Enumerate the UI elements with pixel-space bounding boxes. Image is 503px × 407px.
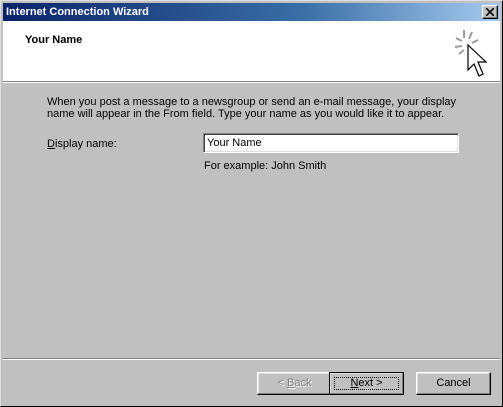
close-icon: [486, 8, 494, 16]
display-name-label-rest: isplay name:: [54, 138, 117, 150]
page-heading: Your Name: [25, 34, 83, 46]
close-button[interactable]: [482, 5, 498, 19]
cancel-button[interactable]: Cancel: [416, 372, 491, 395]
display-name-label-accel: D: [47, 138, 55, 150]
back-prefix: <: [277, 377, 287, 389]
wizard-sparkle-cursor-icon: [454, 30, 488, 77]
button-divider: [3, 358, 500, 360]
header-divider: [3, 81, 500, 83]
next-button[interactable]: Next >: [329, 372, 404, 395]
next-rest: ext >: [358, 377, 383, 389]
back-button[interactable]: < Back: [257, 372, 332, 395]
display-name-field[interactable]: [203, 133, 459, 153]
instructions-text: When you post a message to a newsgroup o…: [47, 96, 457, 120]
window-title: Internet Connection Wizard: [6, 6, 149, 18]
back-rest: ack: [294, 377, 312, 389]
title-bar[interactable]: Internet Connection Wizard: [3, 3, 500, 21]
display-name-label: Display name:: [47, 138, 117, 150]
example-hint: For example: John Smith: [204, 160, 327, 172]
header-panel: Your Name: [3, 21, 500, 81]
wizard-window: Internet Connection Wizard Your Name Whe…: [0, 0, 503, 407]
